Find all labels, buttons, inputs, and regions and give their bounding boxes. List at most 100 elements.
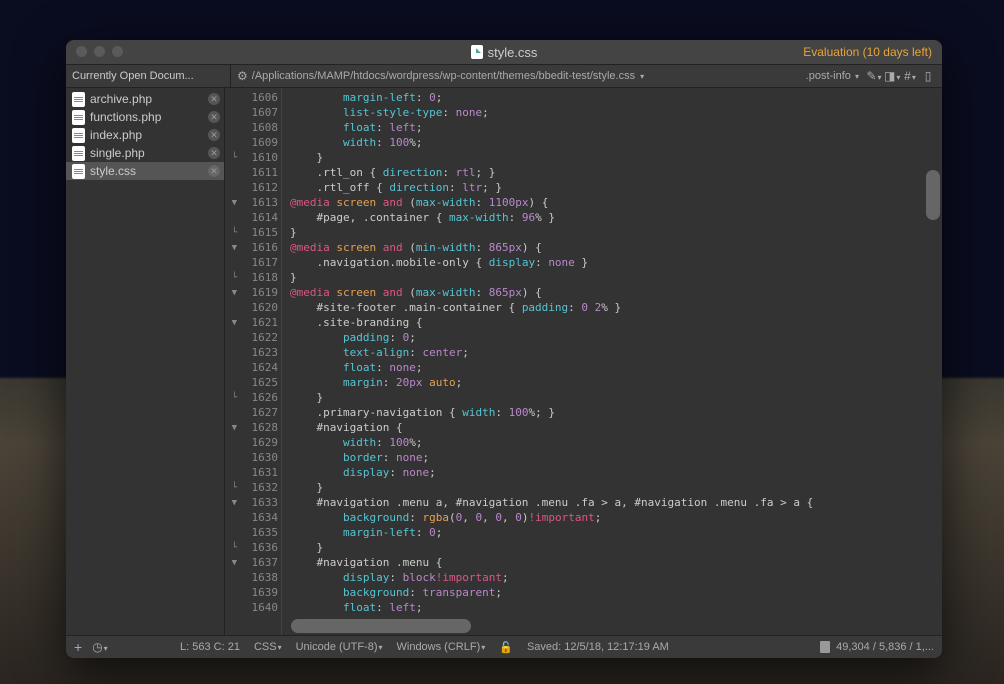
line-number[interactable]: ▼1619: [225, 285, 281, 300]
language-select[interactable]: CSS▾: [254, 641, 282, 653]
line-number[interactable]: ▼1613: [225, 195, 281, 210]
code-line[interactable]: #site-footer .main-container { padding: …: [290, 300, 942, 315]
line-number[interactable]: 1617: [225, 255, 281, 270]
file-item[interactable]: single.php✕: [66, 144, 224, 162]
lock-icon[interactable]: 🔓: [499, 641, 513, 654]
zoom-window-icon[interactable]: [112, 46, 123, 57]
horizontal-scrollbar[interactable]: [291, 619, 924, 633]
gear-icon[interactable]: ⚙: [237, 69, 248, 83]
line-number[interactable]: └1626: [225, 390, 281, 405]
line-number[interactable]: 1620: [225, 300, 281, 315]
hash-icon[interactable]: #▾: [902, 69, 918, 83]
code-line[interactable]: #page, .container { max-width: 96% }: [290, 210, 942, 225]
cursor-position[interactable]: L: 563 C: 21: [180, 641, 240, 653]
code-line[interactable]: @media screen and (max-width: 865px) {: [290, 285, 942, 300]
close-icon[interactable]: ✕: [208, 165, 220, 177]
code-line[interactable]: margin: 20px auto;: [290, 375, 942, 390]
line-number[interactable]: 1614: [225, 210, 281, 225]
code-line[interactable]: }: [290, 390, 942, 405]
line-number[interactable]: 1607: [225, 105, 281, 120]
line-number[interactable]: 1611: [225, 165, 281, 180]
nav-selector[interactable]: .post-info ▾: [801, 70, 864, 82]
line-number[interactable]: 1629: [225, 435, 281, 450]
line-number[interactable]: 1638: [225, 570, 281, 585]
close-icon[interactable]: ✕: [208, 111, 220, 123]
code-line[interactable]: width: 100%;: [290, 435, 942, 450]
document-icon[interactable]: ▯: [920, 69, 936, 83]
line-number[interactable]: ▼1628: [225, 420, 281, 435]
code-line[interactable]: }: [290, 540, 942, 555]
code-line[interactable]: background: transparent;: [290, 585, 942, 600]
code-line[interactable]: @media screen and (max-width: 1100px) {: [290, 195, 942, 210]
line-number[interactable]: ▼1621: [225, 315, 281, 330]
close-window-icon[interactable]: [76, 46, 87, 57]
line-number[interactable]: 1608: [225, 120, 281, 135]
titlebar[interactable]: style.css Evaluation (10 days left): [66, 40, 942, 65]
code-line[interactable]: @media screen and (min-width: 865px) {: [290, 240, 942, 255]
minimize-window-icon[interactable]: [94, 46, 105, 57]
line-number[interactable]: 1612: [225, 180, 281, 195]
line-number[interactable]: └1632: [225, 480, 281, 495]
code-line[interactable]: }: [290, 225, 942, 240]
line-number[interactable]: ▼1616: [225, 240, 281, 255]
line-number[interactable]: 1631: [225, 465, 281, 480]
code-line[interactable]: width: 100%;: [290, 135, 942, 150]
code-line[interactable]: text-align: center;: [290, 345, 942, 360]
sidebar-header[interactable]: Currently Open Docum...: [66, 65, 231, 87]
code-line[interactable]: }: [290, 480, 942, 495]
code-line[interactable]: }: [290, 150, 942, 165]
line-number[interactable]: 1635: [225, 525, 281, 540]
file-item[interactable]: index.php✕: [66, 126, 224, 144]
vertical-scrollbar[interactable]: [926, 90, 940, 615]
line-number[interactable]: └1610: [225, 150, 281, 165]
text-tools-icon[interactable]: ◨▾: [884, 69, 900, 83]
line-number[interactable]: 1627: [225, 405, 281, 420]
code-line[interactable]: list-style-type: none;: [290, 105, 942, 120]
line-number[interactable]: 1623: [225, 345, 281, 360]
file-path[interactable]: /Applications/MAMP/htdocs/wordpress/wp-c…: [252, 70, 635, 82]
close-icon[interactable]: ✕: [208, 129, 220, 141]
code-area[interactable]: margin-left: 0; list-style-type: none; f…: [282, 88, 942, 635]
line-number[interactable]: 1606: [225, 90, 281, 105]
line-number[interactable]: ▼1633: [225, 495, 281, 510]
pencil-icon[interactable]: ✎▾: [866, 69, 882, 83]
line-number[interactable]: 1634: [225, 510, 281, 525]
code-line[interactable]: border: none;: [290, 450, 942, 465]
line-number[interactable]: └1615: [225, 225, 281, 240]
code-line[interactable]: #navigation .menu a, #navigation .menu .…: [290, 495, 942, 510]
line-number[interactable]: └1636: [225, 540, 281, 555]
file-item[interactable]: style.css✕: [66, 162, 224, 180]
code-line[interactable]: display: none;: [290, 465, 942, 480]
line-number[interactable]: 1624: [225, 360, 281, 375]
code-line[interactable]: .rtl_off { direction: ltr; }: [290, 180, 942, 195]
close-icon[interactable]: ✕: [208, 147, 220, 159]
code-line[interactable]: #navigation .menu {: [290, 555, 942, 570]
file-item[interactable]: archive.php✕: [66, 90, 224, 108]
path-bar[interactable]: ⚙ /Applications/MAMP/htdocs/wordpress/wp…: [231, 69, 801, 83]
code-line[interactable]: float: left;: [290, 120, 942, 135]
scroll-thumb[interactable]: [926, 170, 940, 220]
code-line[interactable]: }: [290, 270, 942, 285]
code-line[interactable]: .rtl_on { direction: rtl; }: [290, 165, 942, 180]
code-editor[interactable]: 1606160716081609└161016111612▼16131614└1…: [225, 88, 942, 635]
scroll-thumb[interactable]: [291, 619, 471, 633]
add-icon[interactable]: +: [74, 639, 82, 655]
code-line[interactable]: padding: 0;: [290, 330, 942, 345]
code-line[interactable]: float: left;: [290, 600, 942, 615]
code-line[interactable]: margin-left: 0;: [290, 525, 942, 540]
line-number[interactable]: 1609: [225, 135, 281, 150]
file-icon[interactable]: [820, 641, 830, 653]
line-number[interactable]: 1622: [225, 330, 281, 345]
line-number[interactable]: 1630: [225, 450, 281, 465]
recent-icon[interactable]: ◷▾: [92, 640, 108, 654]
line-number[interactable]: ▼1637: [225, 555, 281, 570]
line-number[interactable]: 1640: [225, 600, 281, 615]
code-line[interactable]: .site-branding {: [290, 315, 942, 330]
code-line[interactable]: display: block!important;: [290, 570, 942, 585]
code-line[interactable]: background: rgba(0, 0, 0, 0)!important;: [290, 510, 942, 525]
encoding-select[interactable]: Unicode (UTF-8)▾: [296, 641, 383, 653]
line-number[interactable]: └1618: [225, 270, 281, 285]
line-gutter[interactable]: 1606160716081609└161016111612▼16131614└1…: [225, 88, 282, 635]
line-number[interactable]: 1639: [225, 585, 281, 600]
evaluation-notice[interactable]: Evaluation (10 days left): [803, 45, 932, 59]
